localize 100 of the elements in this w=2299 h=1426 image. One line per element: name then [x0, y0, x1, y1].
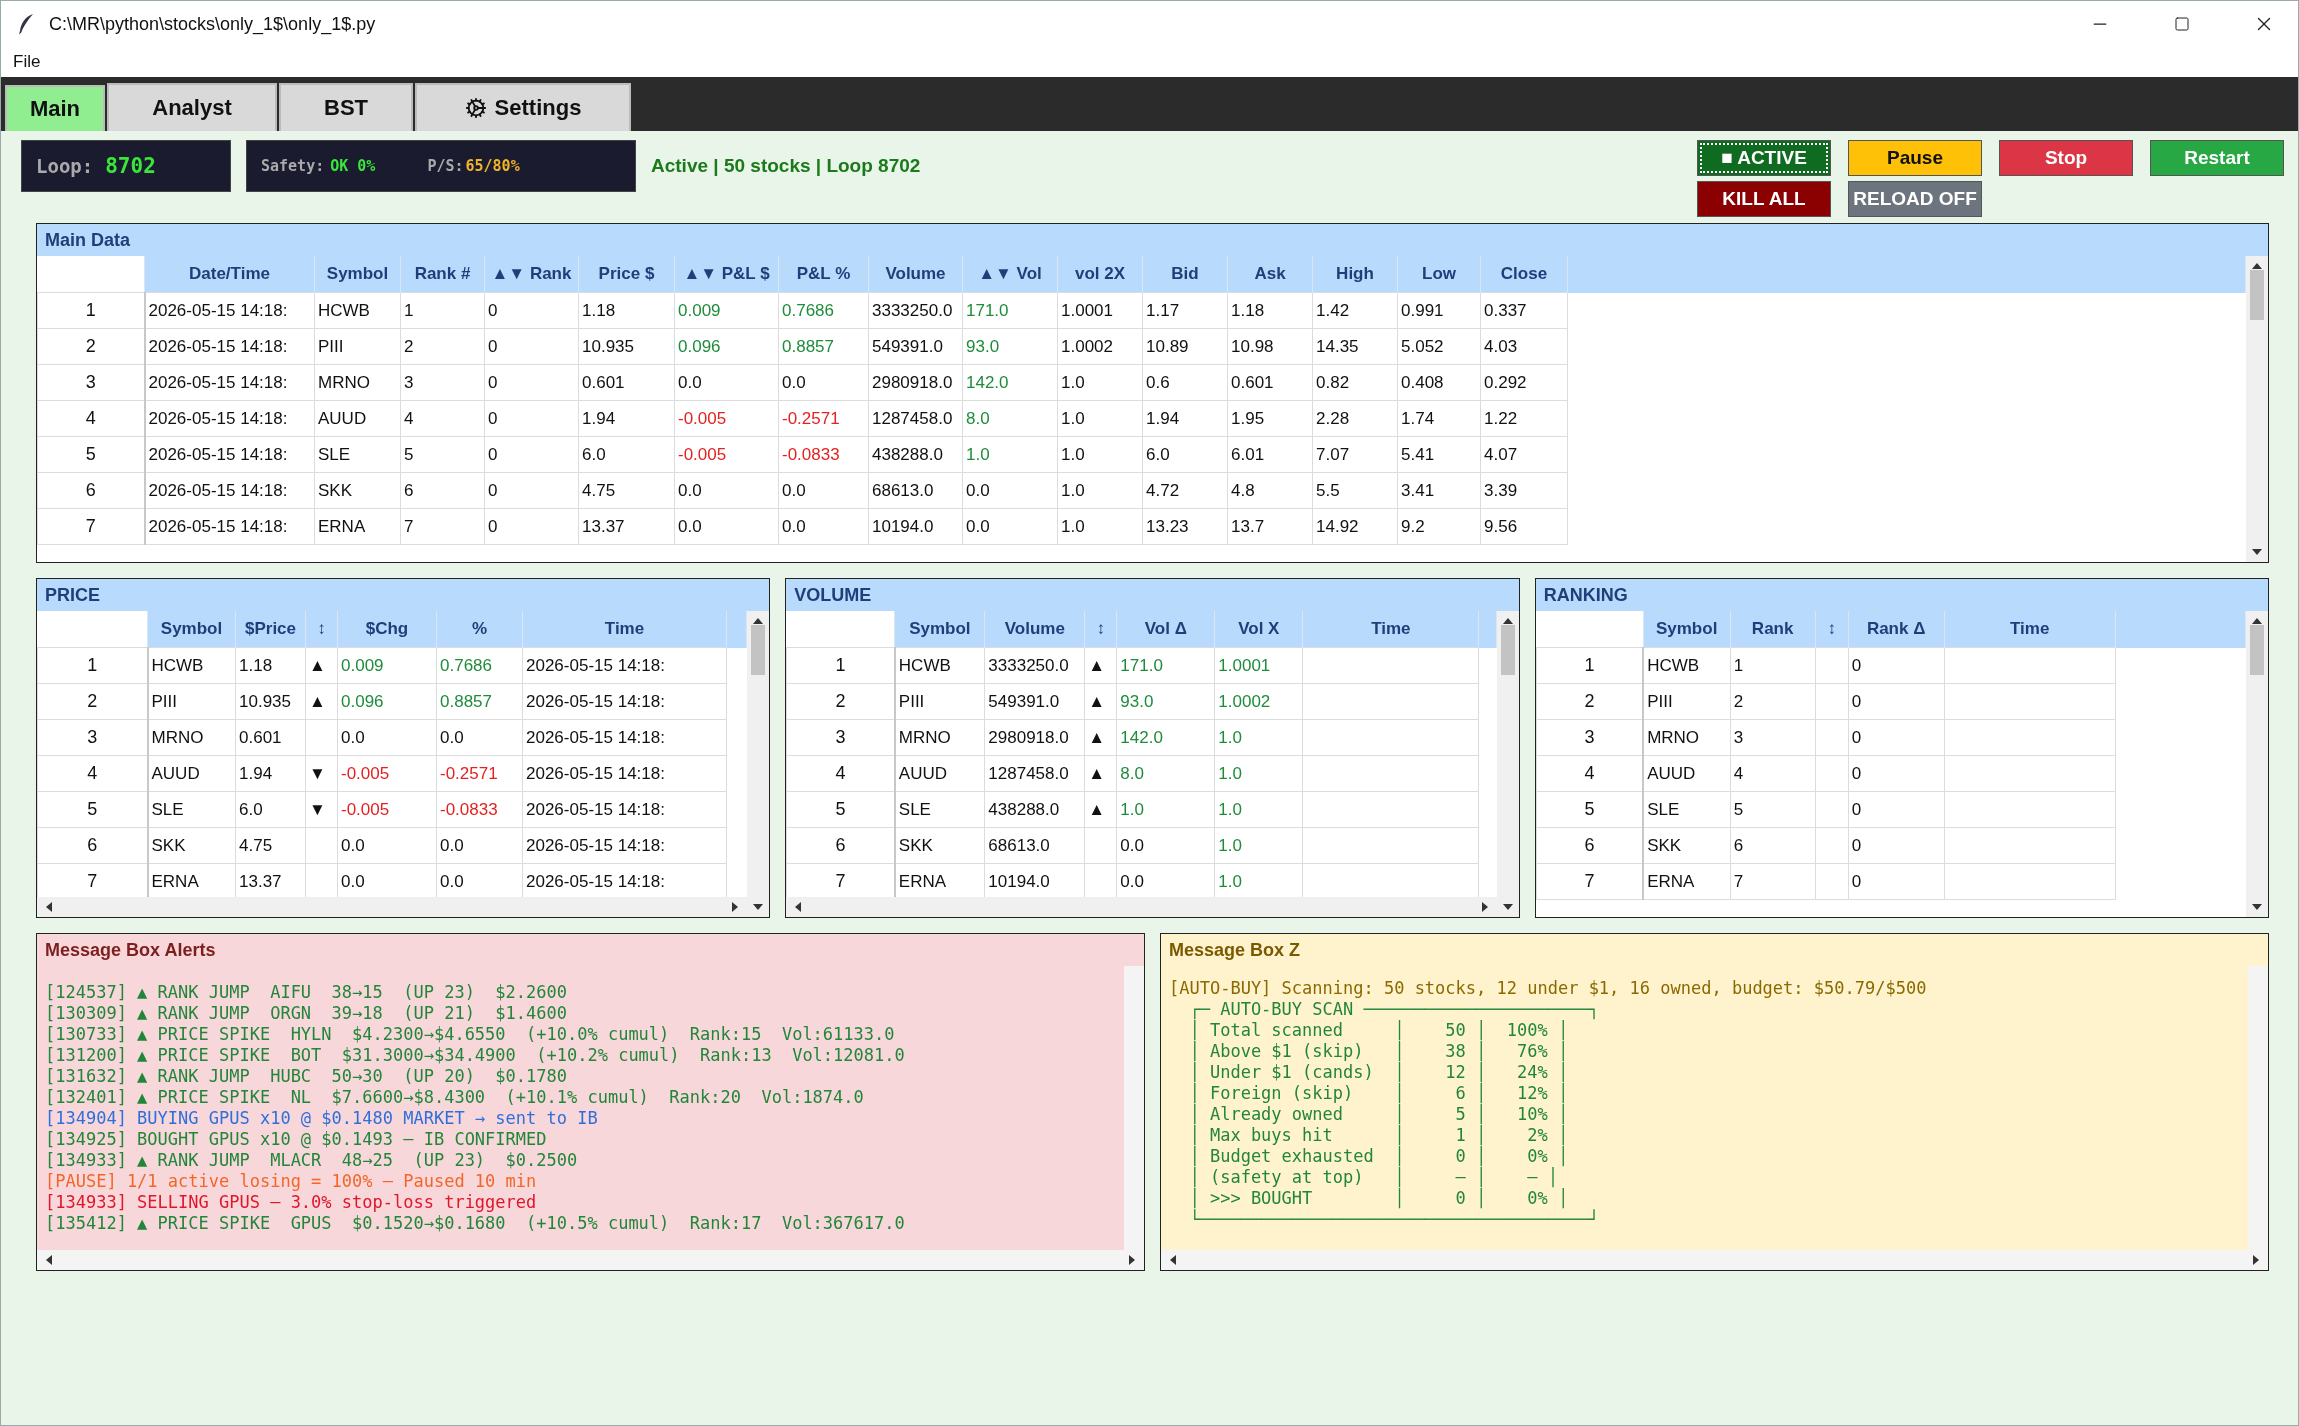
- column-header[interactable]: Time: [1302, 611, 1479, 648]
- table-cell: ▲: [1084, 791, 1117, 828]
- table-cell: 5.41: [1397, 436, 1481, 473]
- table-cell: 1.0: [1214, 755, 1303, 792]
- column-header[interactable]: %: [436, 611, 523, 648]
- table-cell: 6.0: [1142, 436, 1228, 473]
- safety-panel: Safety: OK 0% P/S:65/80%: [246, 140, 636, 192]
- table-cell: 0: [1848, 719, 1945, 756]
- log-line: [AUTO-BUY] Scanning: 50 stocks, 12 under $1, 16 owned, budget: $50.79/$500: [1169, 978, 1928, 999]
- vertical-scrollbar[interactable]: [2246, 611, 2268, 917]
- horizontal-scrollbar[interactable]: [37, 1250, 1144, 1270]
- table-cell: 4.03: [1480, 328, 1568, 365]
- scroll-thumb[interactable]: [751, 625, 766, 675]
- vertical-scrollbar[interactable]: [2246, 256, 2268, 562]
- scroll-thumb[interactable]: [2250, 270, 2264, 320]
- table-cell: 1.0: [1116, 791, 1215, 828]
- menu-item[interactable]: File: [13, 52, 41, 72]
- column-header[interactable]: Time: [1944, 611, 2116, 648]
- table-cell: 0.6: [1142, 364, 1228, 401]
- table-cell: 9.2: [1397, 508, 1481, 545]
- table-cell: 1.0: [1214, 827, 1303, 864]
- horizontal-scrollbar[interactable]: [786, 897, 1497, 917]
- column-header[interactable]: Close: [1480, 256, 1568, 293]
- column-header[interactable]: $Chg: [337, 611, 437, 648]
- column-header[interactable]: Date/Time: [144, 256, 315, 293]
- table-cell: 1: [400, 292, 485, 329]
- action-button[interactable]: ■ ACTIVE: [1697, 140, 1831, 176]
- table-cell: 5.5: [1312, 472, 1398, 509]
- table-cell: 0.0: [674, 508, 779, 545]
- horizontal-scrollbar[interactable]: [37, 897, 748, 917]
- log-line: │ Foreign (skip) │ 6 │ 12% │: [1188, 1083, 1570, 1104]
- table-cell: 13.23: [1142, 508, 1228, 545]
- table-cell: 2026-05-15 14:18:: [144, 436, 315, 473]
- action-button[interactable]: Stop: [1999, 140, 2133, 176]
- column-header[interactable]: ▲▼ Rank: [484, 256, 579, 293]
- row-number: 3: [1536, 719, 1644, 756]
- table-cell: 0: [1848, 791, 1945, 828]
- column-header[interactable]: vol 2X: [1057, 256, 1143, 293]
- column-header[interactable]: Rank #: [400, 256, 485, 293]
- vertical-scrollbar[interactable]: [747, 611, 770, 917]
- column-header[interactable]: ▲▼ Vol: [962, 256, 1058, 293]
- column-header[interactable]: Symbol: [314, 256, 401, 293]
- table-cell: SLE: [147, 791, 236, 828]
- table-cell: SKK: [314, 472, 401, 509]
- action-button[interactable]: RELOAD OFF: [1848, 181, 1982, 217]
- row-number: 1: [37, 292, 145, 329]
- table-cell: 10.935: [578, 328, 675, 365]
- tab[interactable]: Analyst: [107, 83, 277, 131]
- tab[interactable]: Main: [5, 85, 105, 131]
- column-header[interactable]: Time: [522, 611, 727, 648]
- column-header[interactable]: ▲▼ P&L $: [674, 256, 779, 293]
- table-cell: 1.18: [1227, 292, 1313, 329]
- vertical-scrollbar[interactable]: [1124, 966, 1144, 1250]
- tab[interactable]: BST: [279, 83, 413, 131]
- column-header[interactable]: Rank Δ: [1848, 611, 1945, 648]
- column-header[interactable]: Symbol: [1643, 611, 1731, 648]
- table-cell: 6: [1730, 827, 1816, 864]
- column-header[interactable]: Symbol: [147, 611, 236, 648]
- table-cell: 2026-05-15 14:18:: [144, 472, 315, 509]
- table-cell: 1.0: [1057, 364, 1143, 401]
- column-header[interactable]: Low: [1397, 256, 1481, 293]
- row-number: 7: [1536, 863, 1644, 900]
- row-number: 3: [786, 719, 895, 756]
- action-button[interactable]: KILL ALL: [1697, 181, 1831, 217]
- table-cell: 13.7: [1227, 508, 1313, 545]
- table-cell: 549391.0: [984, 683, 1085, 720]
- column-header[interactable]: ↕: [1815, 611, 1849, 648]
- column-header[interactable]: ↕: [1084, 611, 1117, 648]
- action-button[interactable]: Pause: [1848, 140, 1982, 176]
- table-cell: AUUD: [147, 755, 236, 792]
- column-header[interactable]: Bid: [1142, 256, 1228, 293]
- column-header[interactable]: ↕: [305, 611, 338, 648]
- table-cell: 438288.0: [868, 436, 963, 473]
- horizontal-scrollbar[interactable]: [1161, 1250, 2268, 1270]
- column-header[interactable]: High: [1312, 256, 1398, 293]
- maximize-icon[interactable]: [2174, 16, 2190, 32]
- column-header[interactable]: Price $: [578, 256, 675, 293]
- vertical-scrollbar[interactable]: [1496, 611, 1519, 917]
- table-cell: 2: [1730, 683, 1816, 720]
- table-cell: 3.39: [1480, 472, 1568, 509]
- column-header[interactable]: Vol Δ: [1116, 611, 1215, 648]
- table-cell: ▲: [305, 683, 338, 720]
- column-header[interactable]: Volume: [868, 256, 963, 293]
- table-cell: 0.292: [1480, 364, 1568, 401]
- column-header[interactable]: Rank: [1730, 611, 1816, 648]
- vertical-scrollbar[interactable]: [2248, 966, 2268, 1250]
- scroll-thumb[interactable]: [2250, 625, 2264, 675]
- table-cell: SKK: [147, 827, 236, 864]
- table-cell: 0.601: [1227, 364, 1313, 401]
- column-header[interactable]: Ask: [1227, 256, 1313, 293]
- row-number: 5: [37, 436, 145, 473]
- column-header[interactable]: Symbol: [894, 611, 985, 648]
- column-header[interactable]: Vol X: [1214, 611, 1303, 648]
- column-header[interactable]: P&L %: [778, 256, 869, 293]
- scroll-thumb[interactable]: [1500, 625, 1515, 675]
- column-header[interactable]: $Price: [235, 611, 306, 648]
- table-cell: 1: [1730, 647, 1816, 684]
- column-header[interactable]: Volume: [984, 611, 1085, 648]
- table-cell: MRNO: [1643, 719, 1731, 756]
- tab[interactable]: Settings: [415, 83, 631, 131]
